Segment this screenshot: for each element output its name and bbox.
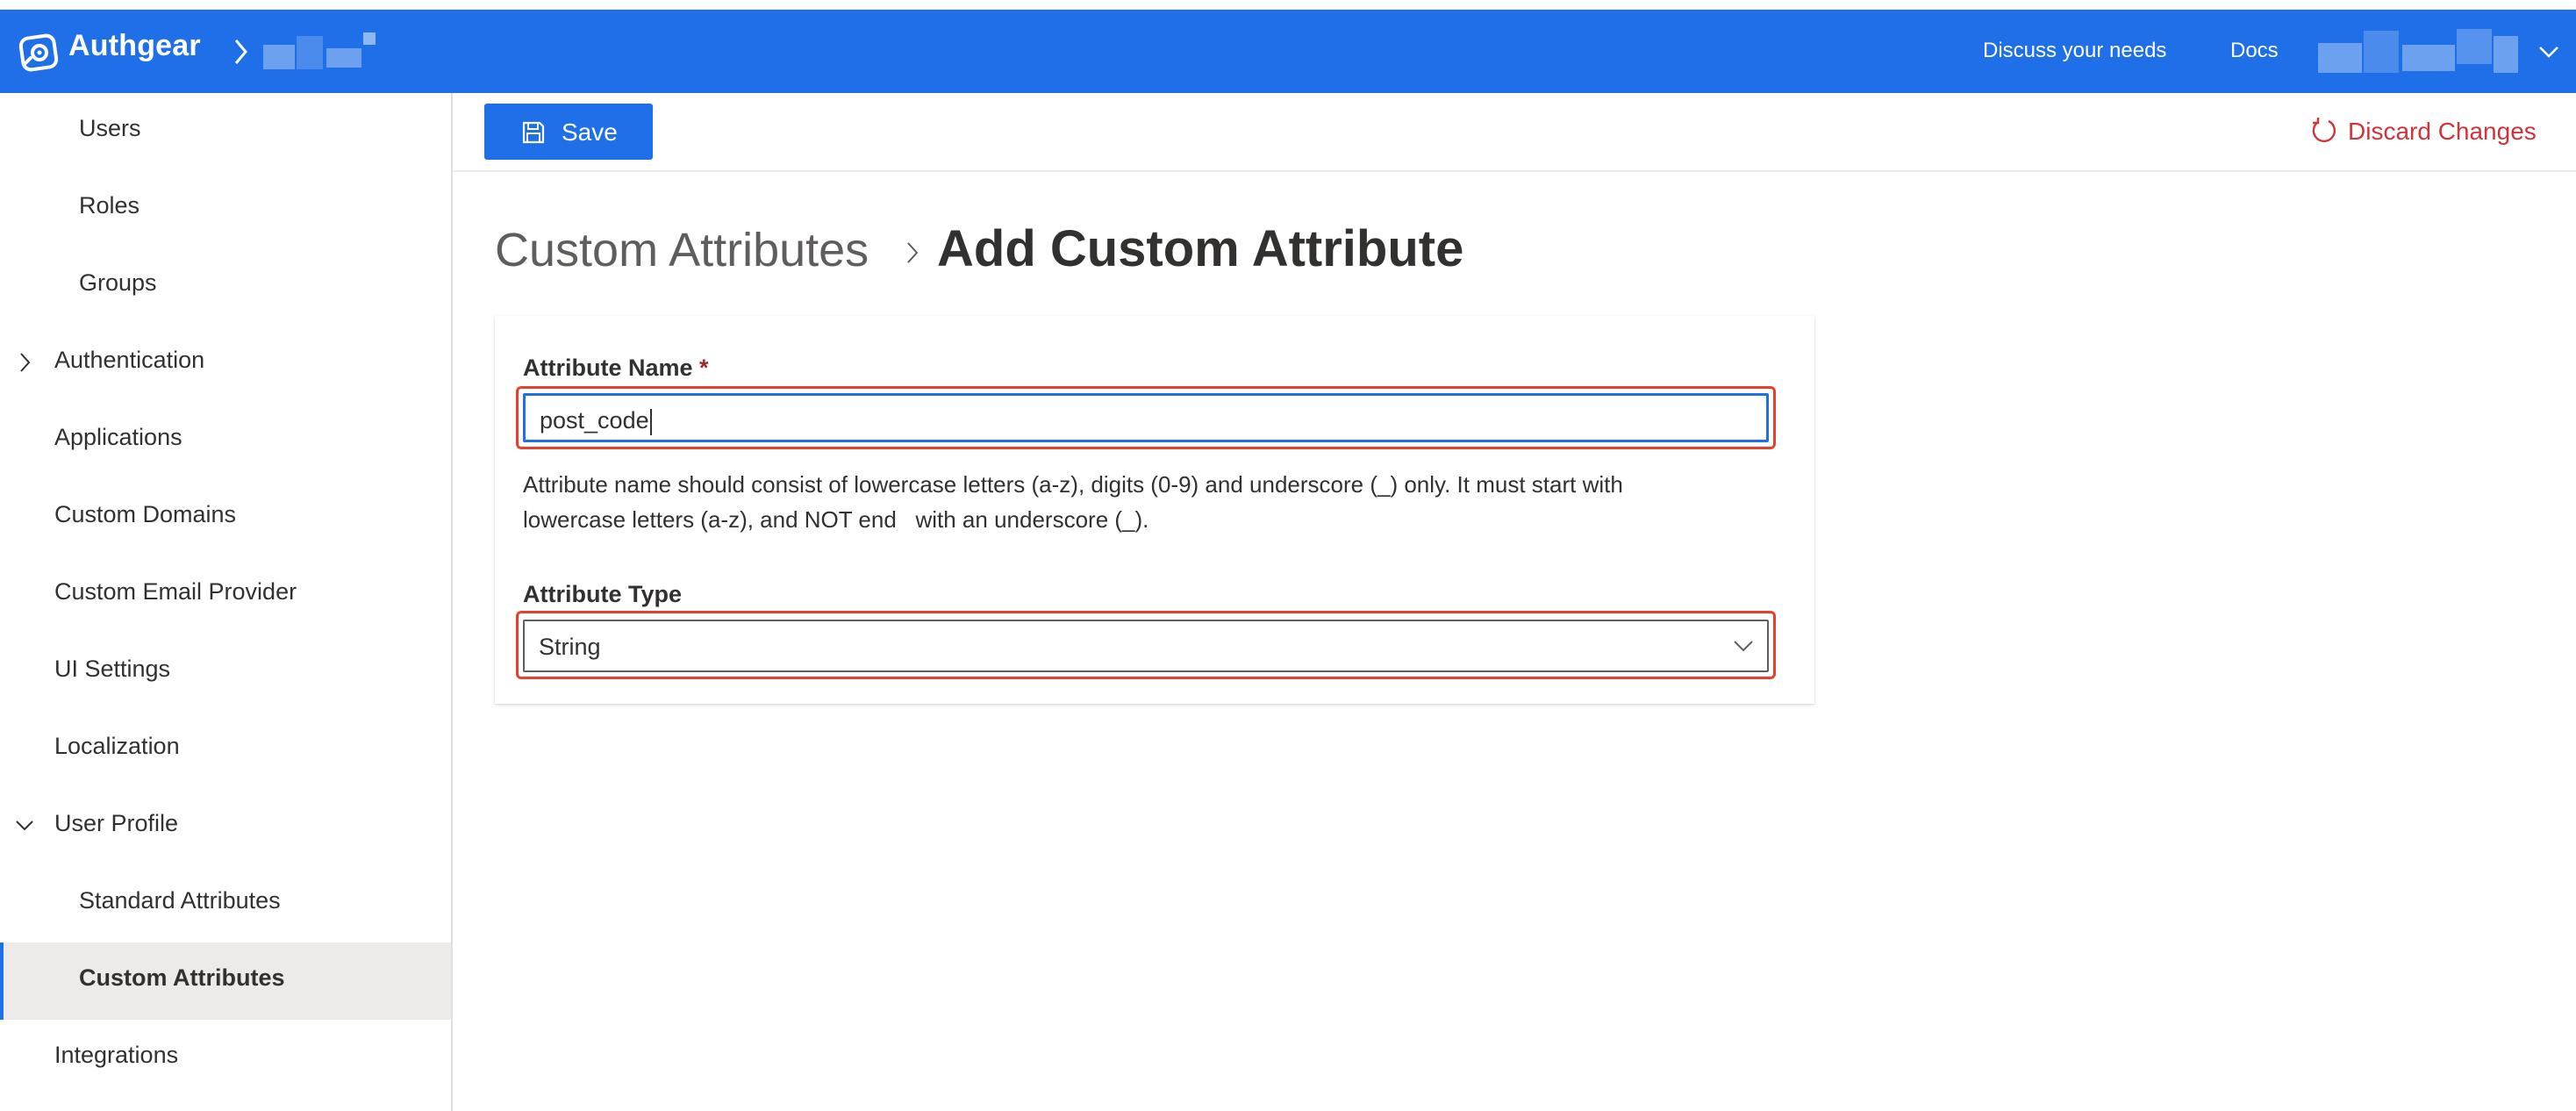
page-title: Add Custom Attribute	[937, 220, 1464, 277]
save-label: Save	[562, 118, 618, 146]
helper-line-2: lowercase letters (a-z), and NOT end wit…	[523, 506, 1149, 533]
attribute-name-label: Attribute Name *	[523, 355, 709, 382]
brand-name[interactable]: Authgear	[68, 29, 201, 63]
attribute-type-label: Attribute Type	[523, 581, 682, 607]
sidebar-item-integrations[interactable]: Integrations	[0, 1020, 451, 1097]
sidebar-item-custom-attributes[interactable]: Custom Attributes	[0, 943, 451, 1020]
chevron-down-icon[interactable]	[2537, 43, 2560, 61]
attribute-name-helper-text: Attribute name should consist of lowerca…	[523, 467, 1786, 537]
sidebar-item-label: Groups	[79, 269, 157, 296]
sidebar-item-custom-domains[interactable]: Custom Domains	[0, 479, 451, 556]
sidebar-nav: Users Roles Groups Authentication Applic…	[0, 93, 453, 1111]
chevron-right-icon	[234, 39, 247, 64]
chevron-down-icon	[16, 821, 33, 831]
attribute-name-value: post_code	[540, 407, 652, 435]
sidebar-item-label: Roles	[79, 192, 140, 219]
sidebar-item-localization[interactable]: Localization	[0, 711, 451, 788]
attribute-type-value: String	[539, 634, 601, 660]
helper-line-1: Attribute name should consist of lowerca…	[523, 471, 1623, 498]
sidebar-item-label: Custom Domains	[54, 501, 237, 527]
sidebar-item-label: Integrations	[54, 1042, 179, 1068]
sidebar-item-user-profile[interactable]: User Profile	[0, 788, 451, 865]
sidebar-item-standard-attributes[interactable]: Standard Attributes	[0, 865, 451, 943]
sidebar-item-label: Authentication	[54, 347, 205, 373]
chevron-right-icon	[907, 242, 919, 263]
refresh-icon	[2312, 118, 2336, 143]
sidebar-item-label: Custom Attributes	[79, 964, 285, 991]
chevron-down-icon	[1734, 641, 1753, 652]
chevron-right-icon	[20, 353, 31, 372]
discard-label: Discard Changes	[2348, 118, 2537, 145]
sidebar-item-custom-email-provider[interactable]: Custom Email Provider	[0, 556, 451, 634]
authgear-logo-icon[interactable]	[18, 31, 61, 75]
sidebar-item-groups[interactable]: Groups	[0, 247, 451, 325]
sidebar-item-label: UI Settings	[54, 656, 171, 682]
required-mark: *	[699, 355, 709, 381]
sidebar-item-label: User Profile	[54, 810, 179, 836]
sidebar-item-applications[interactable]: Applications	[0, 402, 451, 479]
top-strip	[0, 0, 2576, 10]
sidebar-item-authentication[interactable]: Authentication	[0, 325, 451, 402]
docs-link[interactable]: Docs	[2230, 39, 2279, 63]
sidebar-item-label: Localization	[54, 733, 180, 759]
sidebar-item-label: Users	[79, 115, 141, 141]
attribute-name-label-text: Attribute Name	[523, 355, 693, 381]
sidebar-item-roles[interactable]: Roles	[0, 170, 451, 247]
selected-indicator	[0, 943, 4, 1020]
sidebar-item-users[interactable]: Users	[0, 93, 451, 170]
attribute-form-card: Attribute Name * post_code Attribute nam…	[495, 316, 1814, 704]
save-icon	[522, 121, 545, 144]
sidebar-item-label: Standard Attributes	[79, 887, 281, 914]
sidebar-item-label: Custom Email Provider	[54, 578, 297, 605]
attribute-name-text: post_code	[540, 407, 649, 434]
save-button[interactable]: Save	[484, 104, 653, 160]
sidebar-item-label: Applications	[54, 424, 182, 450]
breadcrumb-parent-link[interactable]: Custom Attributes	[495, 223, 869, 277]
command-bar: Save Discard Changes	[453, 93, 2576, 172]
attribute-name-input[interactable]: post_code	[523, 393, 1769, 442]
text-caret	[649, 408, 652, 435]
top-header: Authgear Discuss your needs Docs	[0, 10, 2576, 93]
attribute-type-dropdown[interactable]: String	[523, 620, 1769, 672]
discuss-needs-link[interactable]: Discuss your needs	[1983, 39, 2166, 63]
sidebar-item-ui-settings[interactable]: UI Settings	[0, 634, 451, 711]
